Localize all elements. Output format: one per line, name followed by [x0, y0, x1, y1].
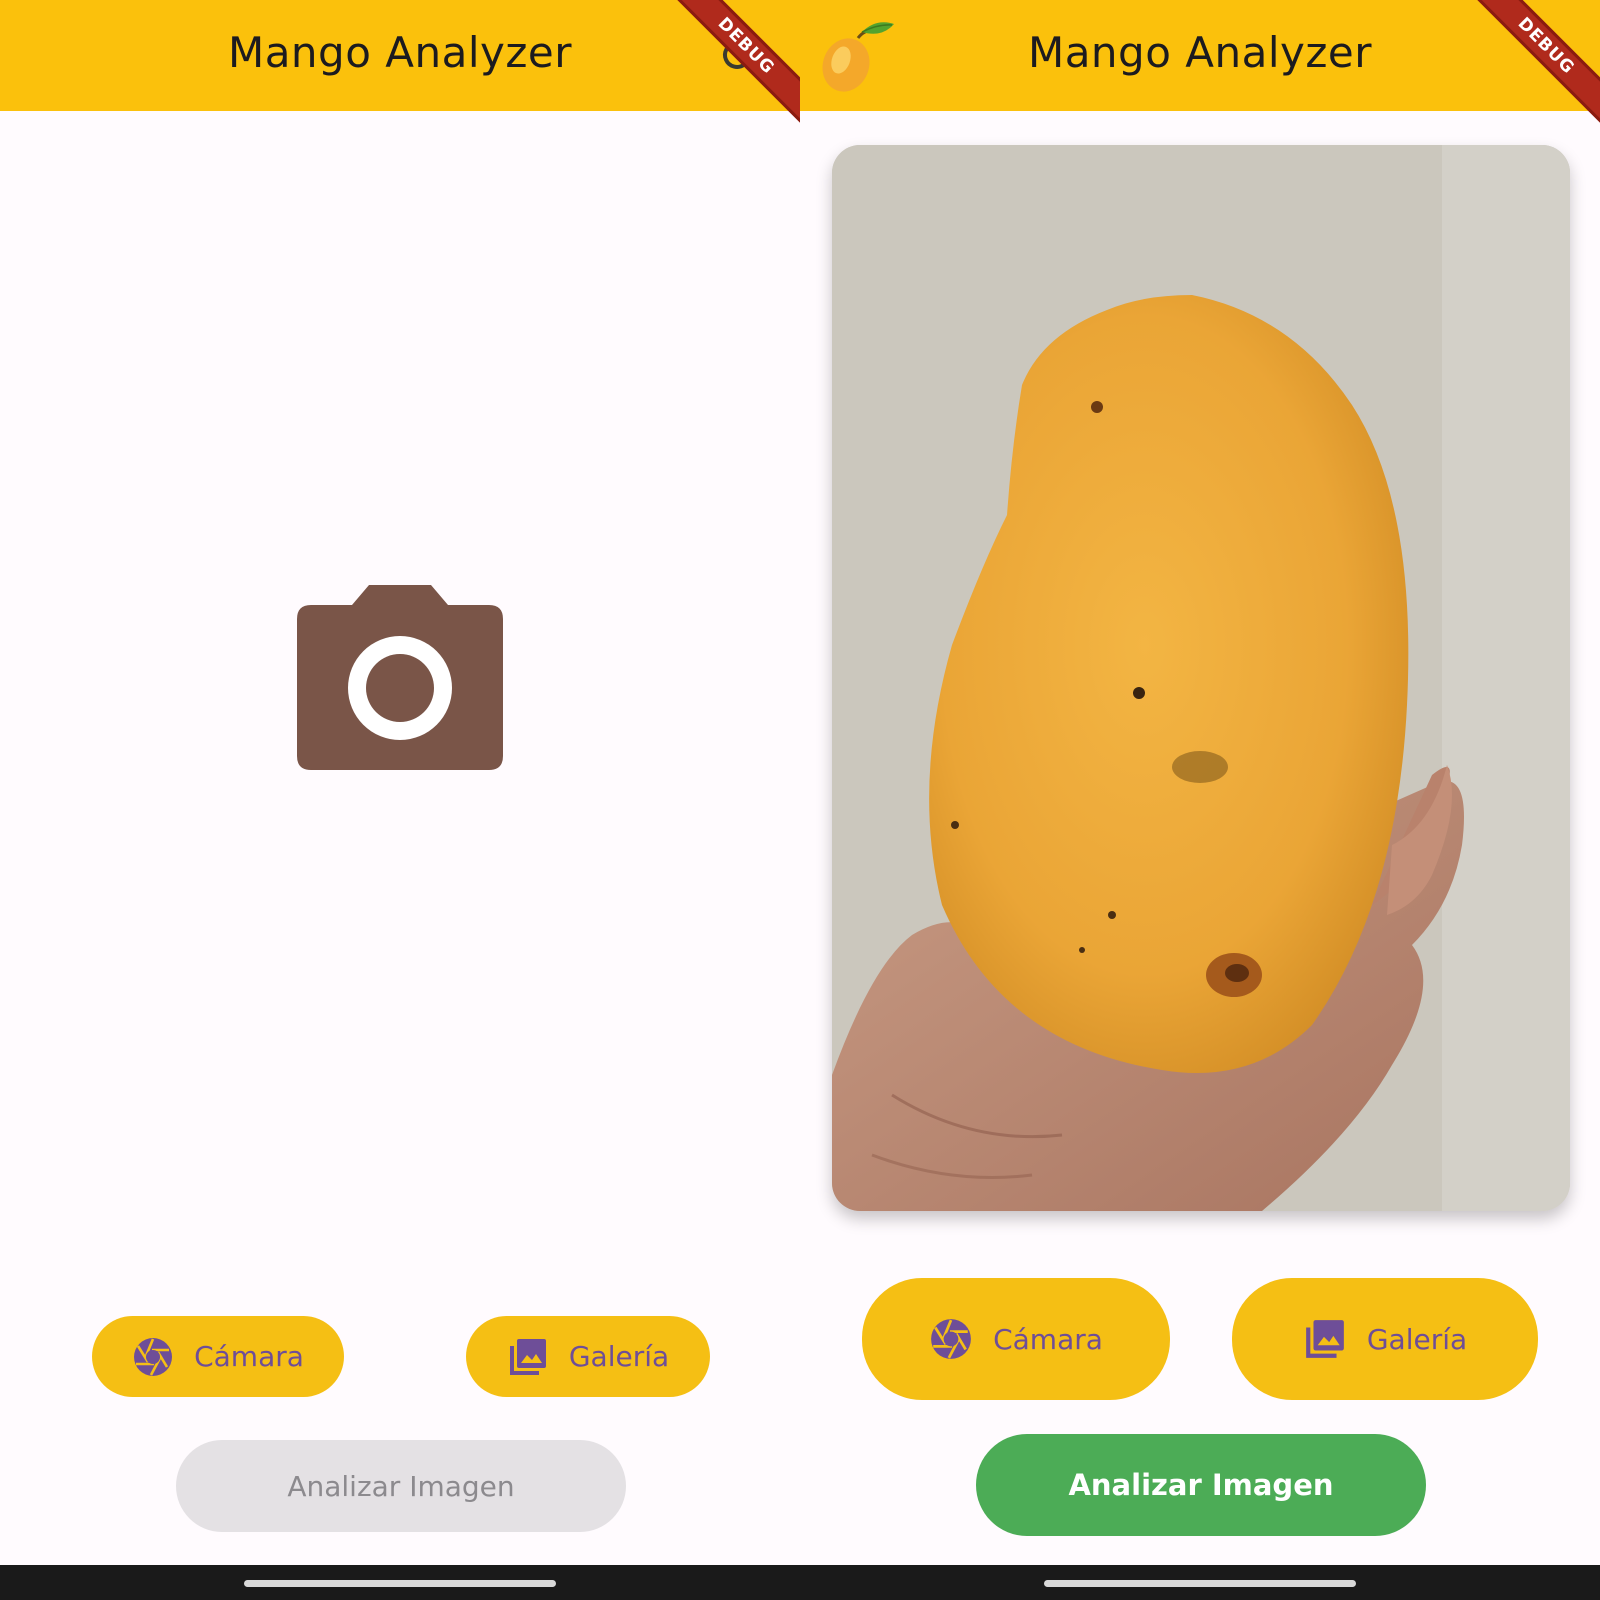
- camera-icon: [297, 585, 503, 770]
- refresh-icon[interactable]: [720, 38, 754, 72]
- camera-shutter-icon: [931, 1319, 971, 1359]
- app-title: Mango Analyzer: [227, 28, 573, 77]
- camera-button-label: Cámara: [993, 1322, 1103, 1356]
- gallery-button-label: Galería: [568, 1340, 670, 1373]
- app-bar: Mango Analyzer DEBUG: [800, 0, 1600, 129]
- gallery-button[interactable]: Galería: [1232, 1278, 1538, 1400]
- camera-button[interactable]: Cámara: [862, 1278, 1170, 1400]
- system-navigation-bar: [800, 1565, 1600, 1600]
- analyze-button-label: Analizar Imagen: [287, 1469, 515, 1503]
- analyze-button[interactable]: Analizar Imagen: [976, 1434, 1426, 1536]
- analyze-button[interactable]: Analizar Imagen: [176, 1440, 626, 1532]
- camera-button[interactable]: Cámara: [92, 1316, 344, 1397]
- gallery-button[interactable]: Galería: [466, 1316, 710, 1397]
- camera-shutter-icon: [134, 1337, 173, 1376]
- home-gesture-handle[interactable]: [1044, 1580, 1356, 1587]
- photo-library-icon: [1305, 1320, 1344, 1358]
- home-gesture-handle[interactable]: [244, 1580, 556, 1587]
- system-navigation-bar: [0, 1565, 800, 1600]
- camera-button-label: Cámara: [194, 1340, 304, 1373]
- screen-empty-state: Mango Analyzer DEBUG Cámara Galería Anal…: [0, 0, 800, 1600]
- selected-image: [832, 145, 1570, 1211]
- gallery-button-label: Galería: [1366, 1322, 1468, 1356]
- app-bar: Mango Analyzer DEBUG: [0, 0, 800, 129]
- mango-photo: [832, 145, 1570, 1211]
- app-title: Mango Analyzer: [1027, 28, 1373, 77]
- photo-library-icon: [509, 1338, 546, 1375]
- screen-image-selected: Mango Analyzer DEBUG Cámara Galería Anal…: [800, 0, 1600, 1600]
- analyze-button-label: Analizar Imagen: [1068, 1468, 1334, 1502]
